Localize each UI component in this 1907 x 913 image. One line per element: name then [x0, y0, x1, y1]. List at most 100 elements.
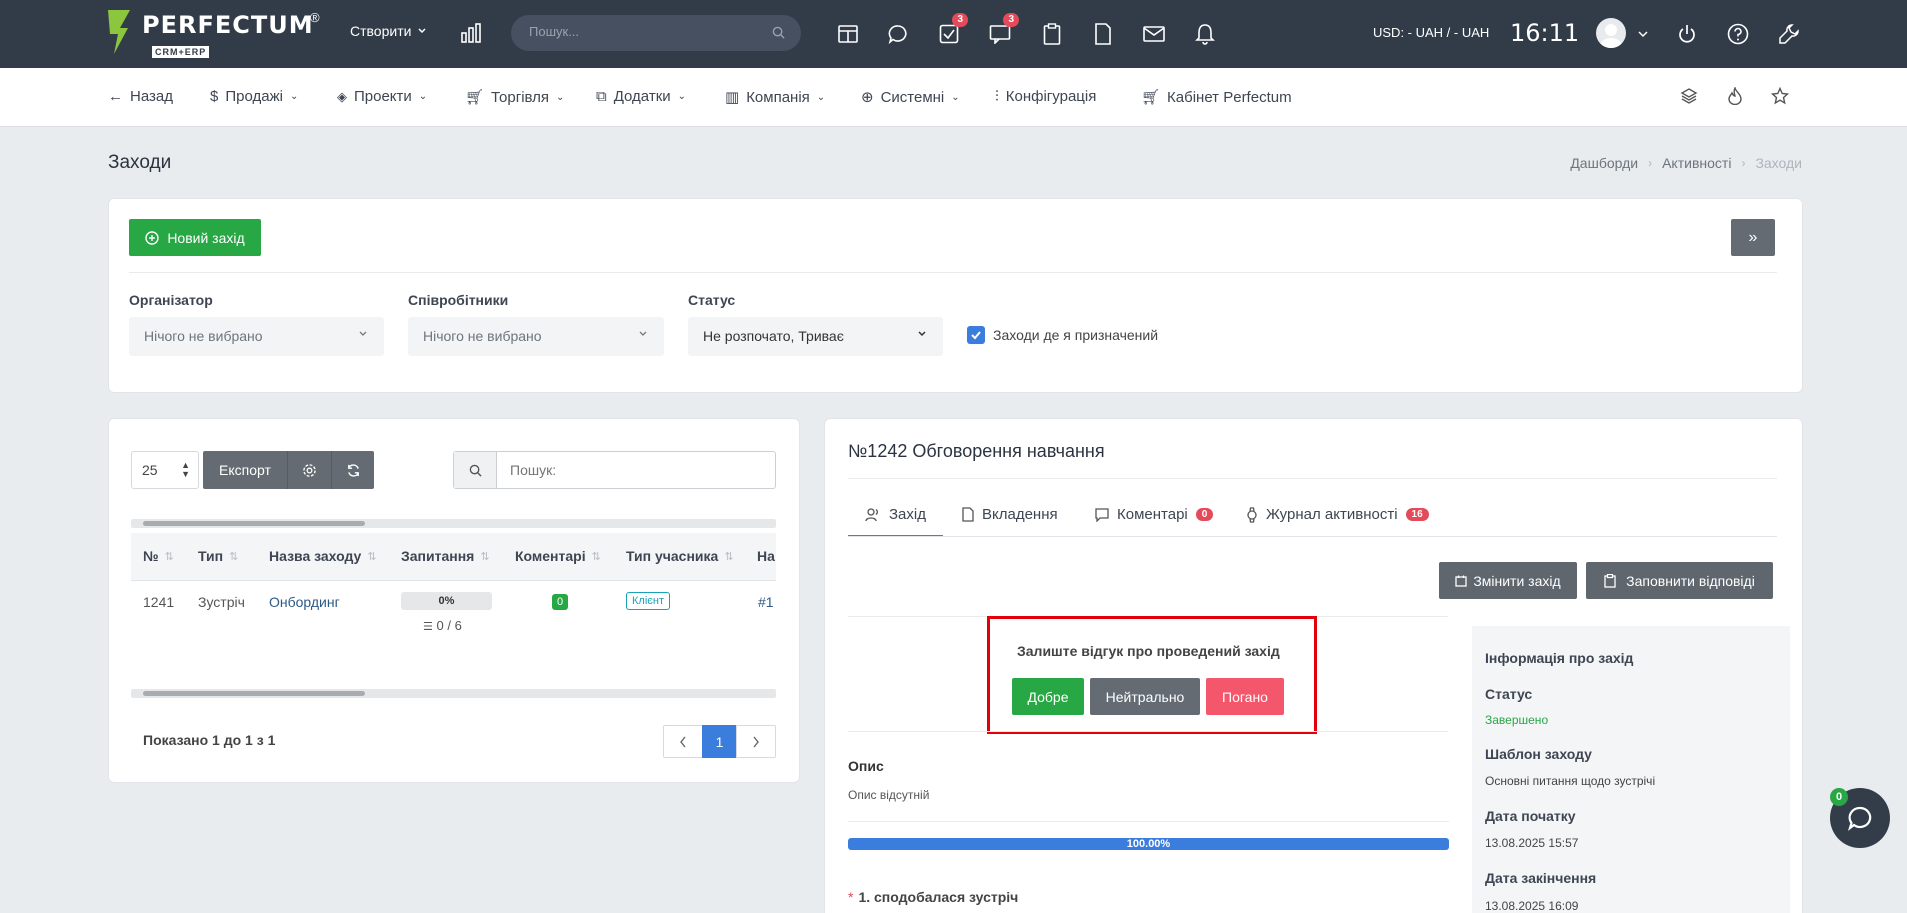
col-name[interactable]: Назва заходу ⇅: [269, 548, 377, 564]
nav-back-label: Назад: [130, 88, 173, 105]
horizontal-scrollbar-bottom[interactable]: [131, 689, 776, 698]
avatar[interactable]: [1596, 18, 1626, 48]
feedback-good-button[interactable]: Добре: [1012, 678, 1084, 715]
col-questions[interactable]: Запитання ⇅: [401, 548, 490, 564]
tasks-icon[interactable]: 3: [936, 13, 968, 47]
col-comments[interactable]: Коментарі ⇅: [515, 548, 601, 564]
create-menu-button[interactable]: Створити: [350, 23, 427, 39]
horizontal-scrollbar[interactable]: [131, 519, 776, 528]
tab-activity-log[interactable]: Журнал активності 16: [1246, 506, 1429, 523]
nav-cabinet-label: Кабінет Perfectum: [1167, 88, 1292, 106]
question-1: * 1. сподобалася зустріч: [848, 889, 1018, 905]
col-participant-type[interactable]: Тип учасника ⇅: [626, 548, 734, 564]
bar-chart-icon[interactable]: [460, 23, 482, 43]
breadcrumb-dashboards[interactable]: Дашборди: [1570, 155, 1638, 171]
clipboard-icon[interactable]: [1039, 21, 1065, 47]
nav-config-label: Конфігурація: [1005, 88, 1097, 105]
employees-label: Співробітники: [408, 292, 509, 308]
tab-attachments-label: Вкладення: [982, 506, 1058, 523]
status-select[interactable]: Не розпочато, Триває: [688, 317, 943, 356]
fire-icon[interactable]: [1727, 87, 1743, 105]
users-icon: [865, 507, 878, 521]
help-icon[interactable]: [1725, 21, 1751, 47]
assigned-checkbox[interactable]: [967, 326, 985, 344]
scrollbar-thumb[interactable]: [143, 691, 365, 696]
per-page-select[interactable]: 25 ▲ ▼: [131, 451, 199, 489]
edit-event-button[interactable]: Змінити захід: [1439, 562, 1577, 599]
layers-icon[interactable]: [1680, 87, 1698, 105]
pager-next-button[interactable]: [736, 725, 776, 758]
nav-config[interactable]: ⫶ Конфігурація: [995, 88, 1096, 105]
nav-trade-label: Торгівля: [491, 88, 550, 106]
cell-questions: ☰ 0 / 6: [423, 618, 462, 633]
mail-icon[interactable]: [1141, 21, 1167, 47]
chevron-down-icon: ⌄: [951, 91, 960, 103]
settings-button[interactable]: [287, 451, 331, 489]
refresh-button[interactable]: [331, 451, 374, 489]
table-search-input[interactable]: [510, 462, 760, 478]
cell-participant-type: Клієнт: [626, 592, 670, 610]
cell-name-link[interactable]: Онбординг: [269, 594, 340, 610]
employees-select[interactable]: Нічого не вибрано: [408, 317, 664, 356]
check-icon: [971, 331, 981, 340]
pager-page-1[interactable]: 1: [702, 725, 737, 758]
wrench-icon[interactable]: [1776, 21, 1802, 47]
star-icon[interactable]: [1771, 87, 1789, 105]
feedback-neutral-button[interactable]: Нейтрально: [1090, 678, 1200, 715]
answers-progress-bar: 100.00%: [848, 838, 1449, 850]
currency-rate: USD: - UAH / - UAH: [1373, 25, 1490, 40]
fill-answers-label: Заповнити відповіді: [1626, 572, 1755, 589]
sort-icon: ⇅: [164, 550, 174, 563]
chat-icon: [1847, 806, 1872, 831]
nav-addons[interactable]: ⧉ Додатки ⌄: [596, 88, 686, 105]
document-icon[interactable]: [1090, 21, 1116, 47]
sort-icon: ⇅: [229, 550, 239, 563]
logo-mark-icon: [108, 10, 130, 54]
cell-extra-link[interactable]: #1: [758, 594, 776, 610]
chevron-down-icon[interactable]: [1638, 30, 1648, 38]
chat-widget-button[interactable]: 0: [1830, 788, 1890, 848]
chat-bubble-icon[interactable]: [885, 21, 911, 47]
global-search-input[interactable]: [529, 24, 759, 39]
messages-icon[interactable]: 3: [987, 13, 1019, 47]
nav-trade[interactable]: 🛒︎ Торгівля ⌄: [465, 88, 564, 107]
nav-projects[interactable]: ◈ Проекти ⌄: [337, 88, 427, 105]
fill-answers-button[interactable]: Заповнити відповіді: [1586, 562, 1773, 599]
app-logo[interactable]: PERFECTUM ® CRM+ERP: [108, 10, 320, 58]
tab-attachments[interactable]: Вкладення: [962, 506, 1058, 523]
bell-icon[interactable]: [1192, 21, 1218, 47]
nav-cabinet[interactable]: 🛒︎ Кабінет Perfectum: [1141, 88, 1292, 107]
sliders-icon: ⫶: [995, 88, 999, 105]
organizer-select[interactable]: Нічого не вибрано: [129, 317, 384, 356]
scrollbar-thumb[interactable]: [143, 521, 365, 526]
col-number[interactable]: № ⇅: [143, 548, 174, 564]
nav-company[interactable]: ▥ Компанія ⌄: [725, 88, 825, 107]
assigned-checkbox-label[interactable]: Заходи де я призначений: [993, 327, 1158, 343]
cart-icon: 🛒︎: [465, 89, 485, 106]
global-search[interactable]: [511, 15, 801, 51]
col-truncated[interactable]: На: [757, 548, 776, 564]
logo-subtitle: CRM+ERP: [152, 46, 210, 58]
tabs-border: [848, 536, 1777, 537]
feedback-bad-button[interactable]: Погано: [1206, 678, 1284, 715]
calendar-table-icon[interactable]: [835, 21, 861, 47]
expand-filters-button[interactable]: »: [1731, 219, 1775, 256]
pager-prev-button[interactable]: [663, 725, 703, 758]
power-icon[interactable]: [1674, 21, 1700, 47]
tab-comments[interactable]: Коментарі 0: [1095, 506, 1214, 523]
tab-event[interactable]: Захід: [865, 506, 926, 523]
breadcrumb-activities[interactable]: Активності: [1662, 155, 1731, 171]
col-type[interactable]: Тип ⇅: [198, 548, 238, 564]
copy-icon: ⧉: [596, 88, 607, 105]
export-button[interactable]: Експорт: [203, 451, 287, 489]
main-menu: ← Назад $ Продажі ⌄ ◈ Проекти ⌄ 🛒︎ Торгі…: [0, 68, 1907, 127]
nav-back[interactable]: ← Назад: [108, 88, 173, 105]
nav-sales[interactable]: $ Продажі ⌄: [210, 88, 298, 105]
table-search[interactable]: [453, 451, 776, 489]
organizer-label: Організатор: [129, 292, 213, 308]
tab-comments-badge: 0: [1195, 508, 1214, 521]
chevron-down-icon: ⌄: [677, 91, 687, 102]
chevron-down-icon: [359, 331, 367, 336]
new-event-button[interactable]: Новий захід: [129, 219, 261, 256]
nav-system[interactable]: ⊕ Системні ⌄: [861, 88, 960, 107]
